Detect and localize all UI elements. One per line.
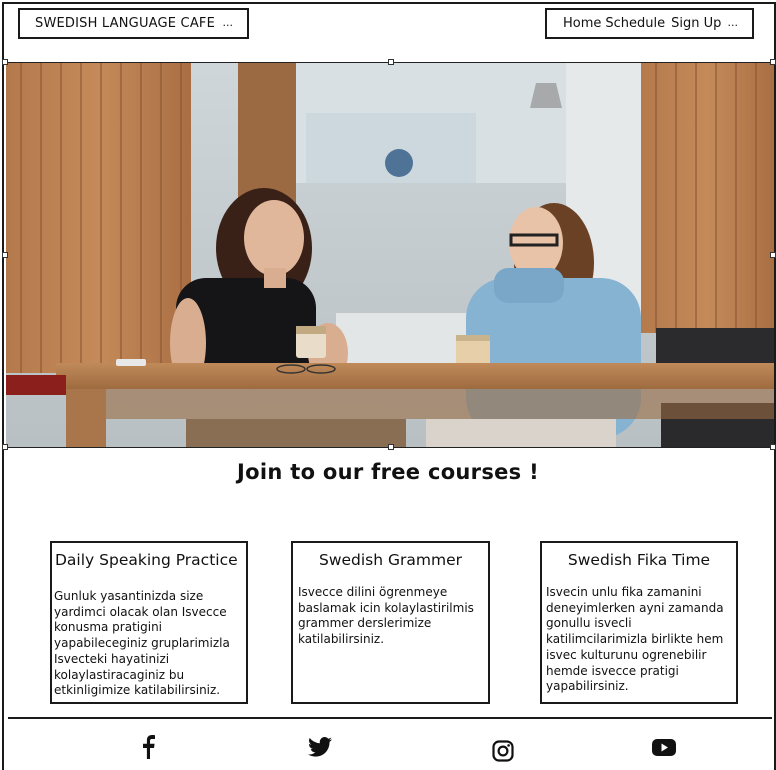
brand-name: SWEDISH LANGUAGE CAFE — [35, 16, 216, 31]
page-title: Join to our free courses ! — [237, 460, 539, 484]
course-card-fika[interactable]: Swedish Fika Time Isvecin unlu fika zama… — [540, 541, 738, 704]
resize-handle[interactable] — [770, 59, 776, 65]
resize-handle[interactable] — [770, 444, 776, 450]
resize-handle[interactable] — [770, 252, 776, 258]
brand-logo-box[interactable]: SWEDISH LANGUAGE CAFE ... — [18, 8, 249, 39]
facebook-icon[interactable] — [135, 734, 161, 760]
card-text: Gunluk yasantinizda size yardimci olacak… — [54, 589, 230, 698]
resize-handle[interactable] — [2, 59, 8, 65]
footer-divider — [8, 717, 772, 719]
nav-menu-dots[interactable]: ... — [728, 16, 739, 29]
card-title: Daily Speaking Practice — [55, 551, 238, 569]
nav-bar: Home Schedule Sign Up ... — [545, 8, 754, 39]
nav-link-schedule[interactable]: Schedule — [605, 16, 665, 31]
resize-handle[interactable] — [388, 59, 394, 65]
instagram-icon[interactable] — [490, 738, 516, 764]
course-card-speaking[interactable]: Daily Speaking Practice Gunluk yasantini… — [50, 541, 248, 704]
youtube-icon[interactable] — [651, 734, 677, 760]
twitter-icon[interactable] — [307, 734, 333, 760]
nav-link-home[interactable]: Home — [563, 16, 601, 31]
hero-image — [6, 62, 774, 448]
brand-menu-dots: ... — [222, 16, 234, 29]
course-card-grammar[interactable]: Swedish Grammer Isvecce dilini ögrenmeye… — [291, 541, 490, 704]
card-text: Isvecin unlu fika zamanini deneyimlerken… — [546, 585, 724, 694]
card-text: Isvecce dilini ögrenmeye baslamak icin k… — [298, 585, 474, 647]
card-title: Swedish Grammer — [318, 551, 462, 569]
resize-handle[interactable] — [388, 444, 394, 450]
nav-link-sign-up[interactable]: Sign Up — [671, 16, 721, 31]
resize-handle[interactable] — [2, 252, 8, 258]
card-title: Swedish Fika Time — [567, 551, 711, 569]
resize-handle[interactable] — [2, 444, 8, 450]
